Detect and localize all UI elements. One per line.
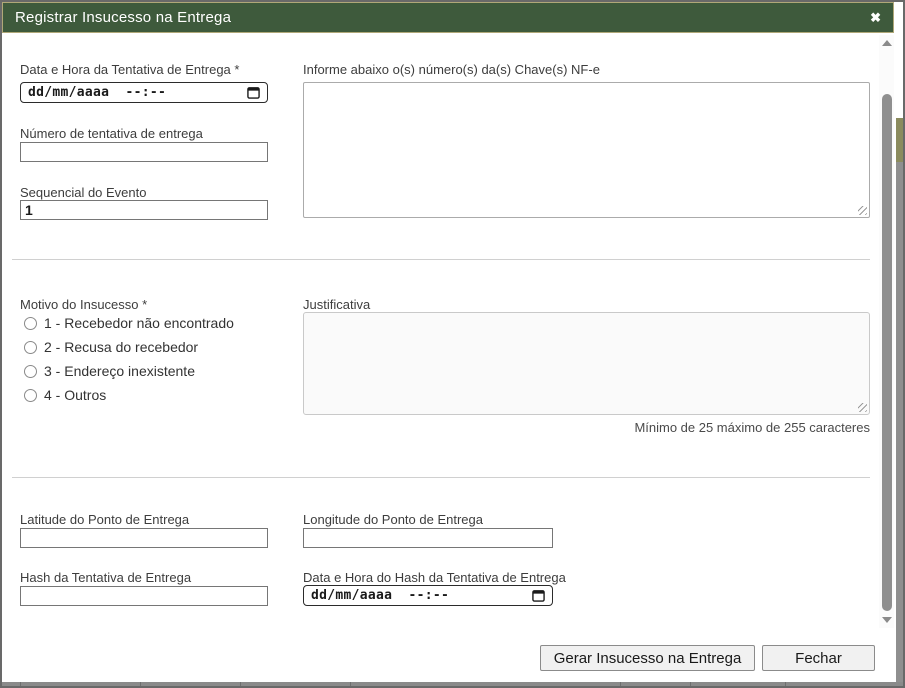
radio-motivo-4[interactable]: 4 - Outros [24,387,106,403]
radio-icon[interactable] [24,365,37,378]
page-backdrop-right [896,2,903,686]
label-latitude: Latitude do Ponto de Entrega [20,512,189,527]
justificativa-textarea[interactable] [303,312,870,415]
fechar-button[interactable]: Fechar [762,645,875,671]
latitude-input[interactable] [20,528,268,548]
datetime-tentativa-placeholder: dd/mm/aaaa --:-- [28,85,166,100]
backdrop-gray-block [896,162,903,686]
radio-motivo-3[interactable]: 3 - Endereço inexistente [24,363,195,379]
section-divider [12,477,870,478]
label-hash-tentativa: Hash da Tentativa de Entrega [20,570,191,585]
page-backdrop-bottom [2,682,903,686]
label-numero-tentativa: Número de tentativa de entrega [20,126,203,141]
label-longitude: Longitude do Ponto de Entrega [303,512,483,527]
calendar-icon[interactable] [532,589,545,602]
numero-tentativa-input[interactable] [20,142,268,162]
datetime-tentativa-input[interactable]: dd/mm/aaaa --:-- [20,82,268,103]
dialog-header: Registrar Insucesso na Entrega ✖ [2,2,894,33]
gerar-insucesso-button[interactable]: Gerar Insucesso na Entrega [540,645,755,671]
label-justificativa: Justificativa [303,297,370,312]
radio-icon[interactable] [24,317,37,330]
radio-motivo-3-label[interactable]: 3 - Endereço inexistente [44,363,195,379]
radio-motivo-2-label[interactable]: 2 - Recusa do recebedor [44,339,198,355]
scrollbar-thumb[interactable] [882,94,892,611]
label-chaves-nfe: Informe abaixo o(s) número(s) da(s) Chav… [303,62,600,77]
scroll-down-icon[interactable] [882,617,892,623]
sequencial-evento-input[interactable] [20,200,268,220]
close-icon[interactable]: ✖ [870,11,881,24]
dialog-registrar-insucesso: Registrar Insucesso na Entrega ✖ Data e … [0,0,905,688]
datetime-hash-placeholder: dd/mm/aaaa --:-- [311,588,449,603]
resize-grip-icon[interactable] [858,206,867,215]
radio-motivo-2[interactable]: 2 - Recusa do recebedor [24,339,198,355]
dialog-title: Registrar Insucesso na Entrega [15,9,231,26]
resize-grip-icon[interactable] [858,403,867,412]
section-divider [12,259,870,260]
label-motivo-insucesso: Motivo do Insucesso * [20,297,147,312]
vertical-scrollbar[interactable] [879,35,894,628]
radio-icon[interactable] [24,389,37,402]
radio-icon[interactable] [24,341,37,354]
hash-tentativa-input[interactable] [20,586,268,606]
justificativa-hint: Mínimo de 25 máximo de 255 caracteres [470,420,870,435]
backdrop-olive-block [896,118,903,162]
radio-motivo-1-label[interactable]: 1 - Recebedor não encontrado [44,315,234,331]
radio-motivo-4-label[interactable]: 4 - Outros [44,387,106,403]
label-datetime-tentativa: Data e Hora da Tentativa de Entrega * [20,62,239,77]
calendar-icon[interactable] [247,86,260,99]
radio-motivo-1[interactable]: 1 - Recebedor não encontrado [24,315,234,331]
scroll-up-icon[interactable] [882,40,892,46]
label-sequencial-evento: Sequencial do Evento [20,185,146,200]
chaves-nfe-textarea[interactable] [303,82,870,218]
longitude-input[interactable] [303,528,553,548]
datetime-hash-input[interactable]: dd/mm/aaaa --:-- [303,585,553,606]
label-datetime-hash: Data e Hora do Hash da Tentativa de Entr… [303,570,566,585]
